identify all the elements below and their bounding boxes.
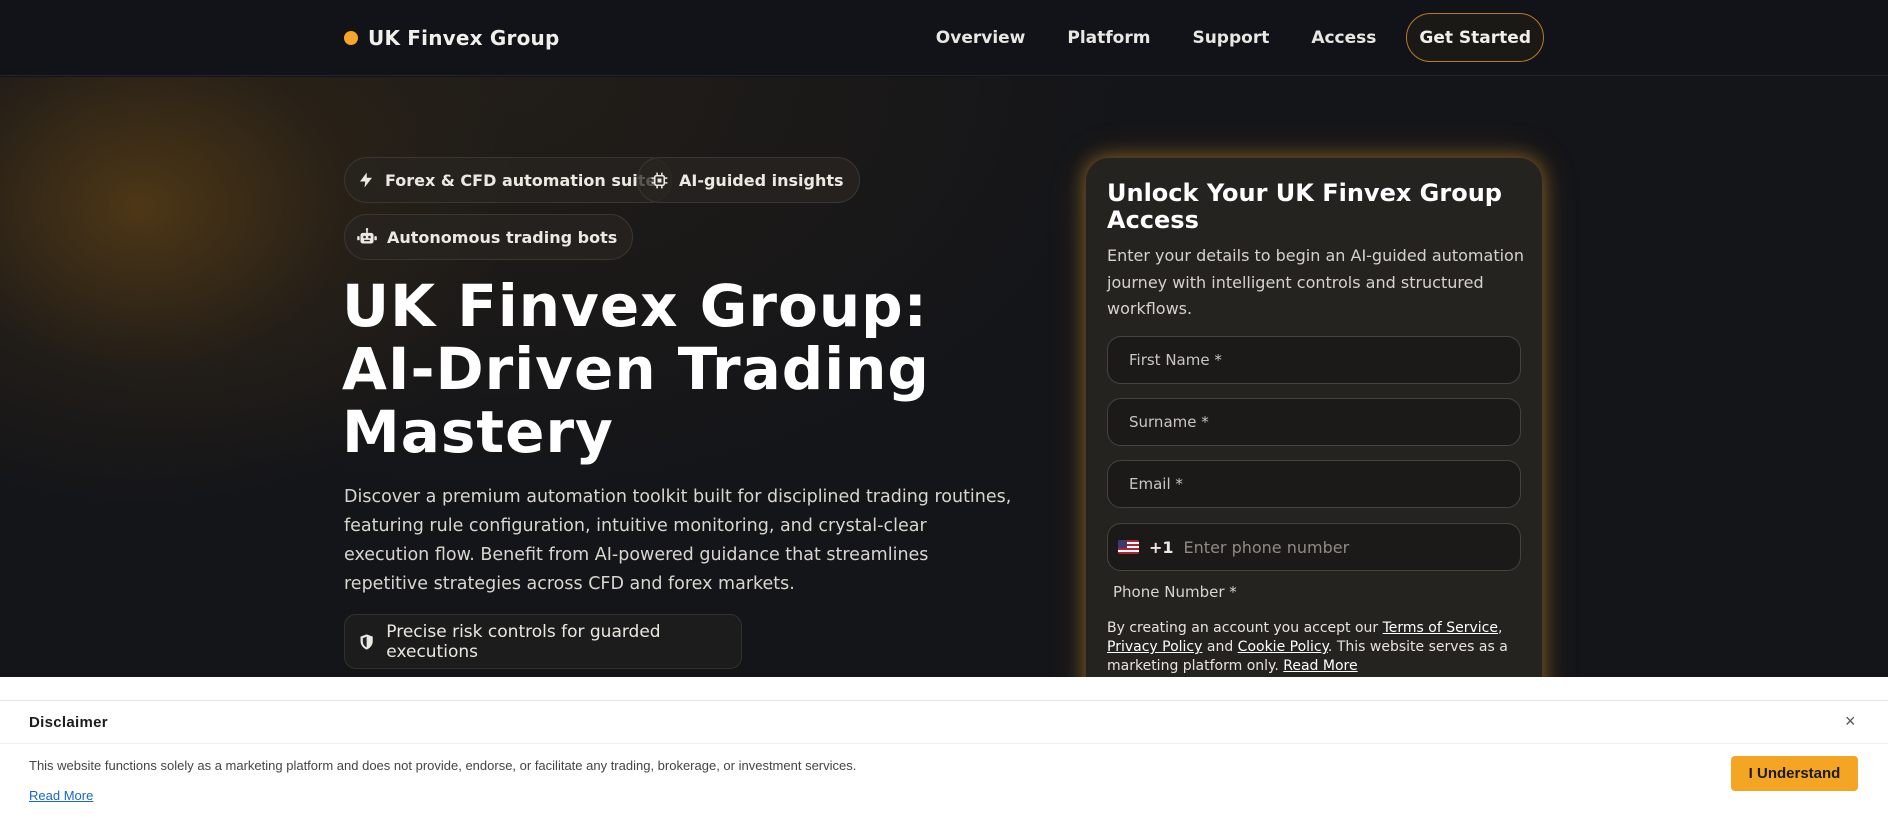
lightning-icon: [360, 172, 372, 188]
form-read-more-link[interactable]: Read More: [1283, 658, 1357, 674]
get-started-button[interactable]: Get Started: [1406, 13, 1544, 62]
disclaimer-banner: Disclaimer × This website functions sole…: [0, 677, 1888, 818]
chip-trading-bots: Autonomous trading bots: [344, 214, 634, 260]
terms-and: and: [1202, 639, 1238, 655]
chip-forex-cfd: Forex & CFD automation suite: [344, 157, 673, 203]
cookie-policy-link[interactable]: Cookie Policy: [1238, 639, 1328, 655]
risk-note-text: Precise risk controls for guarded execut…: [386, 621, 661, 662]
chip-ai-insights: AI-guided insights: [637, 157, 860, 203]
us-flag-icon[interactable]: [1118, 540, 1139, 554]
phone-input[interactable]: [1183, 537, 1504, 557]
email-field[interactable]: Email *: [1107, 460, 1521, 508]
nav-support[interactable]: Support: [1192, 28, 1269, 48]
surname-field[interactable]: Surname *: [1107, 398, 1521, 446]
terms-prefix: By creating an account you accept our: [1107, 620, 1383, 636]
site-header: UK Finvex Group Overview Platform Suppor…: [0, 0, 1888, 76]
phone-label: Phone Number *: [1113, 583, 1237, 601]
close-icon[interactable]: ×: [1845, 711, 1856, 732]
chip-label: Forex & CFD automation suite: [385, 170, 657, 190]
phone-field[interactable]: +1: [1107, 523, 1521, 571]
robot-icon: [357, 228, 377, 244]
hero-description: Discover a premium automation toolkit bu…: [344, 487, 1012, 594]
nav-access[interactable]: Access: [1311, 28, 1376, 48]
signup-form-card: Unlock Your UK Finvex Group Access Enter…: [1085, 157, 1543, 717]
disclaimer-divider: [0, 743, 1888, 744]
risk-note: Precise risk controls for guarded execut…: [344, 614, 742, 669]
terms-text: By creating an account you accept our Te…: [1107, 620, 1508, 674]
dial-code[interactable]: +1: [1149, 538, 1174, 557]
brand-dot-icon: [344, 31, 358, 45]
shield-icon: [360, 633, 373, 650]
brand-name: UK Finvex Group: [368, 26, 560, 50]
email-placeholder: Email *: [1129, 475, 1183, 493]
disclaimer-read-more-link[interactable]: Read More: [29, 788, 93, 803]
understand-button[interactable]: I Understand: [1731, 756, 1858, 791]
terms-of-service-link[interactable]: Terms of Service: [1383, 620, 1498, 636]
first-name-placeholder: First Name *: [1129, 351, 1222, 369]
hero-title: UK Finvex Group: AI-Driven Trading Maste…: [342, 272, 930, 466]
chip-icon: [651, 172, 668, 188]
chip-label: Autonomous trading bots: [387, 227, 618, 247]
main-nav: Overview Platform Support Access Get Sta…: [936, 13, 1544, 62]
form-subtitle: Enter your details to begin an AI-guided…: [1107, 246, 1524, 318]
disclaimer-text: This website functions solely as a marke…: [29, 758, 857, 773]
nav-overview[interactable]: Overview: [936, 28, 1026, 48]
first-name-field[interactable]: First Name *: [1107, 336, 1521, 384]
form-title: Unlock Your UK Finvex Group Access: [1107, 179, 1502, 234]
chip-label: AI-guided insights: [679, 170, 844, 190]
brand-logo[interactable]: UK Finvex Group: [344, 24, 560, 52]
privacy-policy-link[interactable]: Privacy Policy: [1107, 639, 1202, 655]
disclaimer-title: Disclaimer: [29, 714, 108, 731]
nav-platform[interactable]: Platform: [1067, 28, 1150, 48]
disclaimer-top-divider: [0, 700, 1888, 701]
surname-placeholder: Surname *: [1129, 413, 1209, 431]
